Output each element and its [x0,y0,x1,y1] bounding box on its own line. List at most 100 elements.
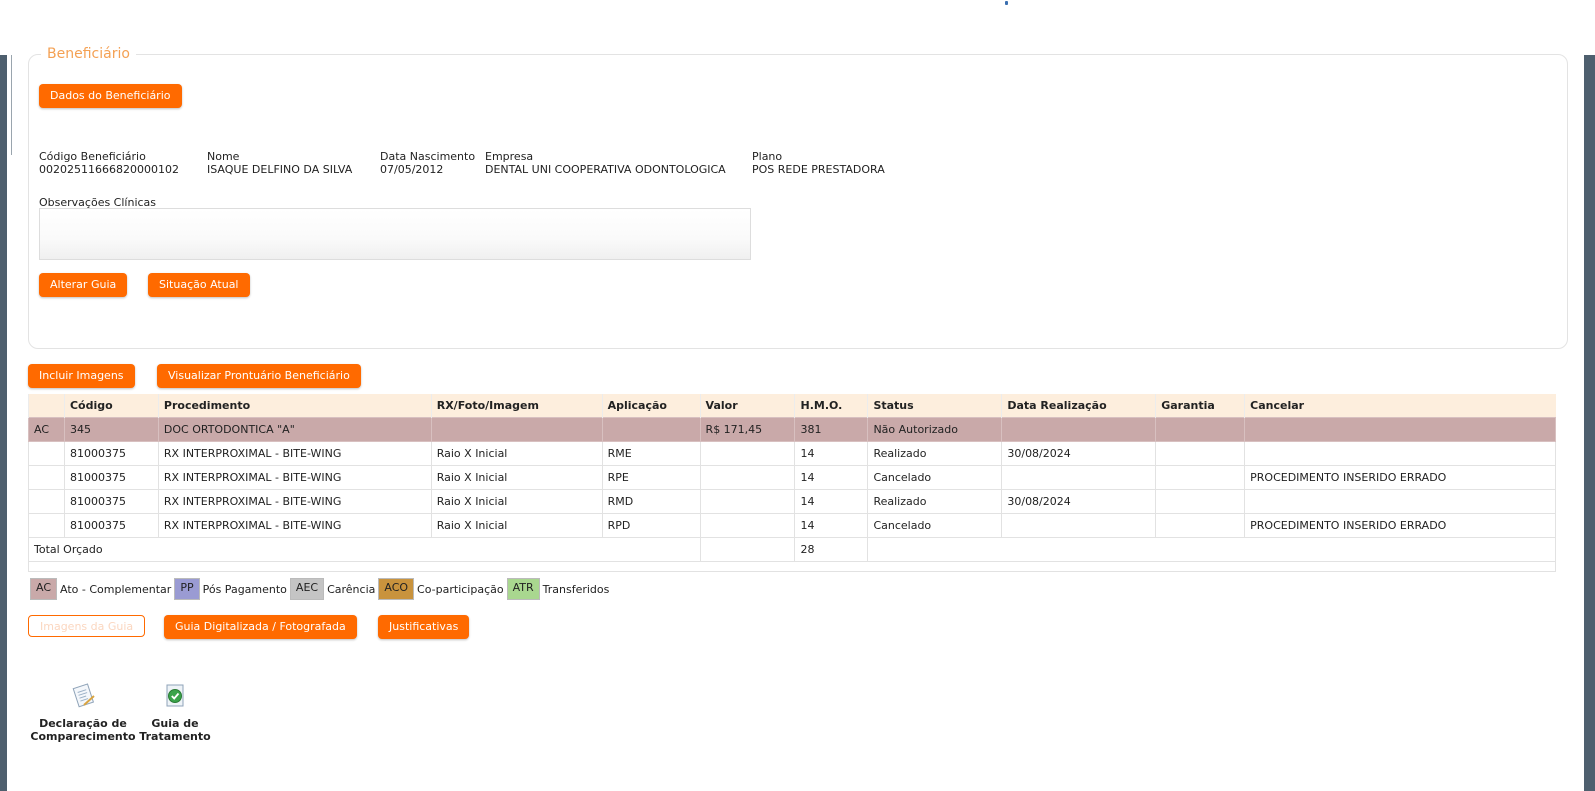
cell-data [1001,417,1157,442]
field-empresa: Empresa DENTAL UNI COOPERATIVA ODONTOLOG… [485,150,726,176]
cell-hmo: 381 [794,417,869,442]
cell-tipo: AC [28,417,65,442]
cell-garantia [1155,513,1246,538]
cell-data: 30/08/2024 [1001,489,1157,514]
cell-aplicacao: RPD [601,513,701,538]
table-header-row: Código Procedimento RX/Foto/Imagem Aplic… [28,394,1556,418]
cell-rx: Raio X Inicial [430,465,603,490]
declaracao-comparecimento-link[interactable]: Declaração de Comparecimento [30,683,136,743]
observacoes-textarea[interactable] [39,208,751,260]
col-header-codigo: Código [63,394,159,418]
cell-cancelar [1244,417,1556,442]
field-value: ISAQUE DELFINO DA SILVA [207,163,353,176]
cell-cancelar: PROCEDIMENTO INSERIDO ERRADO [1244,465,1556,490]
table-row[interactable]: 81000375 RX INTERPROXIMAL - BITE-WING Ra… [28,489,1556,514]
justificativas-button[interactable]: Justificativas [378,615,470,639]
table-row[interactable]: 81000375 RX INTERPROXIMAL - BITE-WING Ra… [28,465,1556,490]
cell-data [1001,513,1157,538]
cell-status: Realizado [867,489,1003,514]
cell-garantia [1155,489,1246,514]
field-value: 07/05/2012 [380,163,444,176]
field-plano: Plano POS REDE PRESTADORA [752,150,885,176]
table-row[interactable]: 81000375 RX INTERPROXIMAL - BITE-WING Ra… [28,513,1556,538]
cell-aplicacao [601,417,701,442]
field-label: Código Beneficiário [39,150,146,163]
cell-tipo [28,441,65,466]
procedures-table: Código Procedimento RX/Foto/Imagem Aplic… [28,394,1556,572]
cell-rx [430,417,603,442]
cell-status: Cancelado [867,513,1003,538]
cell-procedimento: RX INTERPROXIMAL - BITE-WING [157,465,432,490]
cell-valor [699,489,796,514]
alterar-guia-button[interactable]: Alterar Guia [39,273,128,297]
cell-data: 30/08/2024 [1001,441,1157,466]
legend-swatch-pp: PP [174,578,200,600]
incluir-imagens-button[interactable]: Incluir Imagens [28,364,135,388]
situacao-atual-button[interactable]: Situação Atual [148,273,250,297]
table-row[interactable]: 81000375 RX INTERPROXIMAL - BITE-WING Ra… [28,441,1556,466]
col-header-data-realizacao: Data Realização [1001,394,1156,418]
cell-valor [699,465,796,490]
cell-status: Cancelado [867,465,1003,490]
table-spacer-row [28,561,1556,572]
imagens-guia-button[interactable]: Imagens da Guia [28,615,146,637]
cell-hmo: 14 [794,513,869,538]
field-label: Plano [752,150,783,163]
field-value: 00202511666820000102 [39,163,179,176]
left-sidebar-edge [0,55,7,791]
visualizar-prontuario-button[interactable]: Visualizar Prontuário Beneficiário [157,364,361,388]
beneficiario-legend: Beneficiário [47,46,130,62]
col-header-status: Status [867,394,1002,418]
field-label: Nome [207,150,240,163]
field-value: DENTAL UNI COOPERATIVA ODONTOLOGICA [485,163,726,176]
cell-data [1001,465,1157,490]
legend-swatch-aec: AEC [289,578,325,600]
cell-garantia [1155,465,1246,490]
doc-label-line2: Tratamento [139,730,211,743]
cell-procedimento: DOC ORTODONTICA "A" [157,417,432,442]
cell-rx: Raio X Inicial [430,441,603,466]
cell-cancelar [1244,441,1556,466]
cell-hmo: 14 [794,489,869,514]
cell-procedimento: RX INTERPROXIMAL - BITE-WING [157,489,432,514]
doc-label-line1: Guia de [151,717,199,730]
col-header-rx: RX/Foto/Imagem [430,394,603,418]
cell-valor: R$ 171,45 [699,417,796,442]
cell-codigo: 81000375 [63,465,159,490]
cell-procedimento: RX INTERPROXIMAL - BITE-WING [157,441,432,466]
legend-swatch-atr: ATR [506,578,540,600]
table-row[interactable]: AC 345 DOC ORTODONTICA "A" R$ 171,45 381… [28,417,1556,442]
cell-hmo: 14 [794,441,869,466]
cell-tipo [28,465,65,490]
cell-codigo: 81000375 [63,441,159,466]
field-value: POS REDE PRESTADORA [752,163,885,176]
cell-tipo [28,513,65,538]
table-total-row: Total Orçado 28 [28,537,1556,562]
cell-codigo: 81000375 [63,513,159,538]
guia-digitalizada-button[interactable]: Guia Digitalizada / Fotografada [164,615,357,639]
beneficiario-panel: Beneficiário [28,46,1568,349]
cell-procedimento: RX INTERPROXIMAL - BITE-WING [157,513,432,538]
col-header-valor: Valor [699,394,795,418]
field-codigo: Código Beneficiário 00202511666820000102 [39,150,179,176]
guia-tratamento-link[interactable]: Guia de Tratamento [135,683,215,743]
field-label: Data Nascimento [380,150,476,163]
col-header-cancelar: Cancelar [1244,394,1556,418]
legend-label: Co-participação [417,582,504,596]
cell-garantia [1155,441,1246,466]
cell-cancelar [1244,489,1556,514]
legend-label: Ato - Complementar [60,582,172,596]
total-rest [867,537,1556,562]
cell-aplicacao: RPE [601,465,701,490]
field-label: Empresa [485,150,534,163]
dados-beneficiario-button[interactable]: Dados do Beneficiário [39,84,182,108]
cell-aplicacao: RMD [601,489,701,514]
legend-label: Transferidos [542,582,610,596]
status-legend: AC Ato - Complementar PP Pós Pagamento A… [30,578,612,600]
doc-label-line2: Comparecimento [30,730,136,743]
col-header-aplicacao: Aplicação [601,394,701,418]
cell-codigo: 81000375 [63,489,159,514]
doc-label-line1: Declaração de [39,717,127,730]
cell-valor [699,513,796,538]
cell-hmo: 14 [794,465,869,490]
